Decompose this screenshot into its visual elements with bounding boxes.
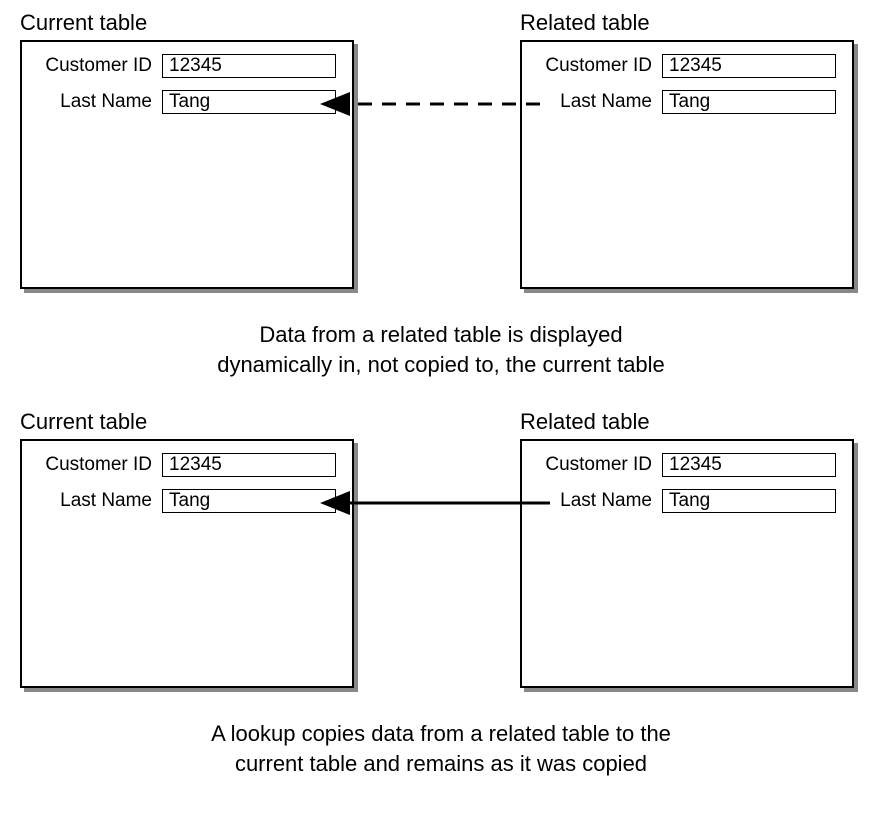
diagram-section-lookup: Current table Related table Customer ID … [10,409,872,709]
panel-title-related: Related table [520,10,650,36]
field-value: 12345 [162,453,336,477]
field-row: Customer ID 12345 [522,453,852,477]
diagram-section-dynamic: Current table Related table Customer ID … [10,10,872,310]
caption-lookup: A lookup copies data from a related tabl… [10,719,872,778]
field-row: Customer ID 12345 [22,453,352,477]
current-table-panel: Customer ID 12345 Last Name Tang [20,439,354,688]
field-label: Customer ID [536,454,662,476]
field-label: Last Name [36,490,162,512]
field-label: Last Name [536,91,662,113]
field-row: Last Name Tang [522,489,852,513]
field-label: Customer ID [536,55,662,77]
field-value: Tang [162,489,336,513]
field-value: Tang [662,489,836,513]
field-row: Last Name Tang [22,90,352,114]
field-row: Customer ID 12345 [522,54,852,78]
panel-title-current: Current table [20,409,147,435]
field-value: 12345 [662,453,836,477]
related-table-panel: Customer ID 12345 Last Name Tang [520,439,854,688]
field-label: Customer ID [36,454,162,476]
field-value: 12345 [662,54,836,78]
field-value: Tang [662,90,836,114]
field-value: 12345 [162,54,336,78]
field-row: Last Name Tang [522,90,852,114]
caption-dynamic: Data from a related table is displayeddy… [10,320,872,379]
field-label: Last Name [536,490,662,512]
panel-title-current: Current table [20,10,147,36]
field-row: Customer ID 12345 [22,54,352,78]
field-row: Last Name Tang [22,489,352,513]
related-table-panel: Customer ID 12345 Last Name Tang [520,40,854,289]
field-value: Tang [162,90,336,114]
field-label: Last Name [36,91,162,113]
field-label: Customer ID [36,55,162,77]
current-table-panel: Customer ID 12345 Last Name Tang [20,40,354,289]
panel-title-related: Related table [520,409,650,435]
